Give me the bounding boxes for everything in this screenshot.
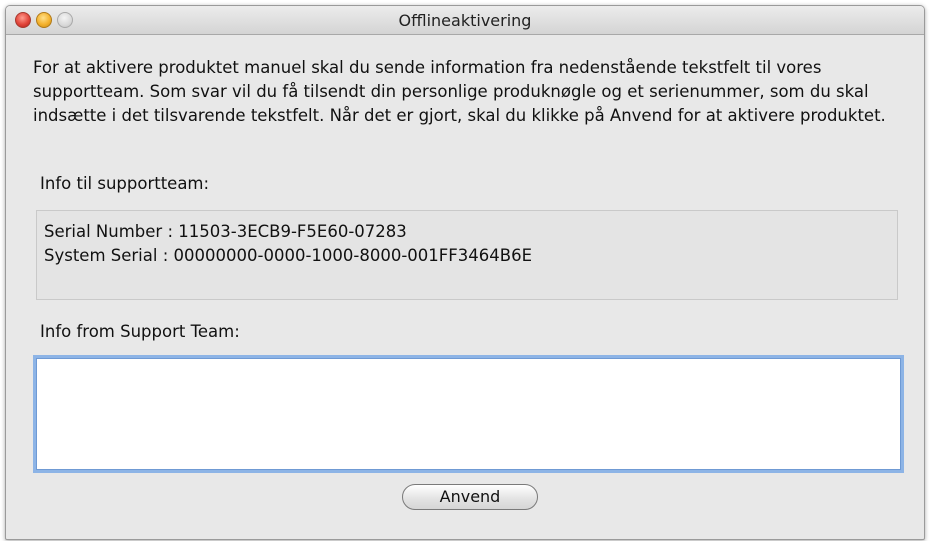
offline-activation-window: Offlineaktivering For at aktivere produk… <box>5 5 925 540</box>
apply-button[interactable]: Anvend <box>402 484 538 510</box>
info-to-support-label: Info til supportteam: <box>40 174 210 193</box>
title-bar[interactable]: Offlineaktivering <box>6 6 924 35</box>
dialog-content: For at aktivere produktet manuel skal du… <box>6 34 924 539</box>
info-from-support-label: Info from Support Team: <box>40 322 240 341</box>
window-title: Offlineaktivering <box>398 11 532 30</box>
instructions-text: For at aktivere produktet manuel skal du… <box>33 58 886 125</box>
info-from-support-input[interactable] <box>36 358 901 470</box>
info-to-support-box[interactable]: Serial Number : 11503-3ECB9-F5E60-07283 … <box>36 210 898 300</box>
serial-number-line: Serial Number : 11503-3ECB9-F5E60-07283 <box>44 222 407 241</box>
system-serial-line: System Serial : 00000000-0000-1000-8000-… <box>44 246 532 265</box>
